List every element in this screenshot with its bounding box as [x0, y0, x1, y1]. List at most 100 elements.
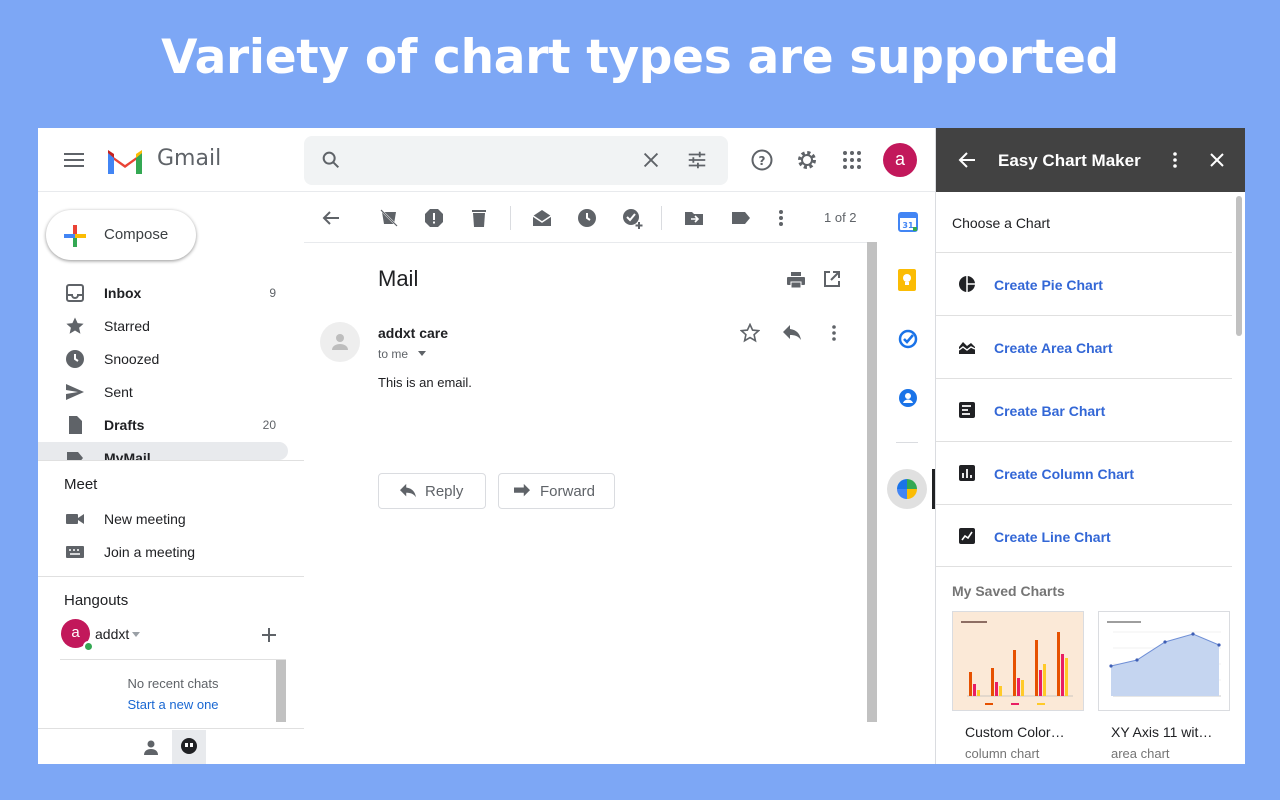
- panel-scrollbar[interactable]: [1236, 196, 1242, 336]
- section-divider: [38, 728, 304, 729]
- toolbar-divider: [304, 242, 877, 243]
- saved-chart-name[interactable]: Custom Color…: [965, 724, 1065, 740]
- hangouts-scrollbar[interactable]: [276, 660, 286, 722]
- option-label: Create Line Chart: [994, 529, 1111, 545]
- add-chat-icon[interactable]: [261, 627, 277, 643]
- inbox-icon: [66, 284, 84, 302]
- search-icon[interactable]: [320, 149, 342, 171]
- area-chart-icon: [958, 342, 976, 354]
- nav-drafts[interactable]: Drafts 20: [38, 409, 288, 441]
- reply-button[interactable]: Reply: [378, 473, 486, 509]
- create-bar-chart[interactable]: Create Bar Chart: [936, 378, 1232, 441]
- no-recent-chats-text: No recent chats: [127, 676, 219, 691]
- saved-chart-thumbnail[interactable]: [952, 611, 1084, 711]
- saved-charts-heading: My Saved Charts: [952, 583, 1065, 599]
- tasks-icon[interactable]: [898, 329, 918, 349]
- compose-button[interactable]: Compose: [46, 210, 196, 260]
- nav-label: Join a meeting: [104, 544, 196, 560]
- hangouts-quote-icon: [181, 738, 197, 754]
- toolbar-divider: [661, 206, 662, 230]
- nav-label: MyMail: [104, 450, 151, 460]
- contacts-person-icon[interactable]: [142, 738, 160, 756]
- saved-chart-type: column chart: [965, 746, 1040, 761]
- sidebar: Compose Inbox 9 Starred Snoozed Sent Dra…: [38, 192, 304, 764]
- mark-unread-icon[interactable]: [532, 208, 552, 228]
- forward-button[interactable]: Forward: [498, 473, 615, 509]
- reply-icon[interactable]: [782, 324, 802, 342]
- more-vert-icon[interactable]: [831, 324, 837, 342]
- new-meeting-item[interactable]: New meeting: [38, 503, 288, 535]
- saved-chart-name[interactable]: XY Axis 11 wit…: [1111, 724, 1212, 740]
- option-label: Create Column Chart: [994, 466, 1135, 482]
- report-spam-icon[interactable]: [424, 208, 444, 228]
- nav-sent[interactable]: Sent: [38, 376, 288, 408]
- unread-count: 9: [269, 286, 276, 300]
- online-status-dot: [83, 641, 94, 652]
- gmail-logo-icon[interactable]: [105, 146, 145, 176]
- hangouts-user-name[interactable]: addxt: [95, 626, 129, 642]
- compose-label: Compose: [104, 226, 169, 243]
- keep-icon[interactable]: [898, 269, 916, 291]
- mail-scrollbar[interactable]: [867, 242, 877, 722]
- option-label: Create Bar Chart: [994, 403, 1106, 419]
- chevron-down-icon[interactable]: [132, 632, 140, 638]
- nav-starred[interactable]: Starred: [38, 310, 288, 342]
- back-arrow-icon[interactable]: [958, 151, 976, 169]
- compose-plus-icon: [64, 225, 86, 247]
- help-icon[interactable]: ?: [750, 148, 774, 172]
- nav-inbox[interactable]: Inbox 9: [38, 277, 288, 309]
- sender-name[interactable]: addxt care: [378, 325, 448, 341]
- clear-search-icon[interactable]: [640, 149, 662, 171]
- apps-grid-icon[interactable]: [840, 148, 864, 172]
- back-arrow-icon[interactable]: [321, 208, 341, 228]
- easy-chart-maker-addon[interactable]: [887, 469, 927, 509]
- close-icon[interactable]: [1209, 152, 1225, 168]
- pie-chart-icon: [959, 275, 976, 293]
- message-body: This is an email.: [378, 375, 472, 390]
- calendar-icon[interactable]: 31: [898, 212, 918, 232]
- saved-chart-thumbnail[interactable]: [1098, 611, 1230, 711]
- search-bar[interactable]: [304, 136, 728, 185]
- forward-label: Forward: [540, 483, 596, 500]
- nav-snoozed[interactable]: Snoozed: [38, 343, 288, 375]
- draft-icon: [69, 416, 82, 434]
- chevron-down-icon[interactable]: [418, 351, 426, 356]
- svg-text:?: ?: [759, 154, 766, 168]
- nav-label: Sent: [104, 384, 133, 400]
- print-icon[interactable]: [786, 270, 806, 290]
- join-meeting-item[interactable]: Join a meeting: [38, 536, 288, 568]
- delete-trash-icon[interactable]: [469, 208, 489, 228]
- hangouts-tab[interactable]: [172, 730, 206, 764]
- snooze-clock-icon[interactable]: [577, 208, 597, 228]
- create-pie-chart[interactable]: Create Pie Chart: [936, 252, 1232, 315]
- add-task-icon[interactable]: [622, 208, 644, 230]
- open-new-window-icon[interactable]: [823, 270, 841, 288]
- create-column-chart[interactable]: Create Column Chart: [936, 441, 1232, 504]
- start-new-chat-link[interactable]: Start a new one: [60, 697, 286, 712]
- archive-off-icon[interactable]: [379, 208, 399, 228]
- search-options-icon[interactable]: [686, 149, 708, 171]
- area-chart-preview: [1107, 621, 1221, 697]
- nav-mymail[interactable]: MyMail: [38, 442, 288, 460]
- video-camera-icon: [66, 514, 84, 524]
- more-vert-icon[interactable]: [778, 208, 784, 228]
- choose-chart-heading: Choose a Chart: [952, 215, 1051, 231]
- mail-view: 1 of 2 Mail addxt care to me This is an …: [304, 192, 877, 764]
- contacts-icon[interactable]: [898, 388, 918, 408]
- label-tag-icon[interactable]: [731, 208, 751, 228]
- option-label: Create Area Chart: [994, 340, 1113, 356]
- settings-gear-icon[interactable]: [795, 148, 819, 172]
- sender-avatar[interactable]: [320, 322, 360, 362]
- create-area-chart[interactable]: Create Area Chart: [936, 315, 1232, 378]
- main-menu-icon[interactable]: [64, 153, 84, 167]
- move-to-folder-icon[interactable]: [684, 208, 704, 228]
- recipient-text[interactable]: to me: [378, 347, 408, 361]
- hangouts-empty: No recent chats Start a new one: [60, 660, 286, 712]
- star-outline-icon[interactable]: [740, 323, 760, 343]
- create-line-chart[interactable]: Create Line Chart: [936, 504, 1232, 567]
- meet-heading: Meet: [64, 476, 98, 493]
- line-chart-icon: [959, 528, 975, 544]
- more-vert-icon[interactable]: [1172, 151, 1178, 169]
- account-avatar[interactable]: a: [883, 143, 917, 177]
- pager-text: 1 of 2: [824, 210, 857, 225]
